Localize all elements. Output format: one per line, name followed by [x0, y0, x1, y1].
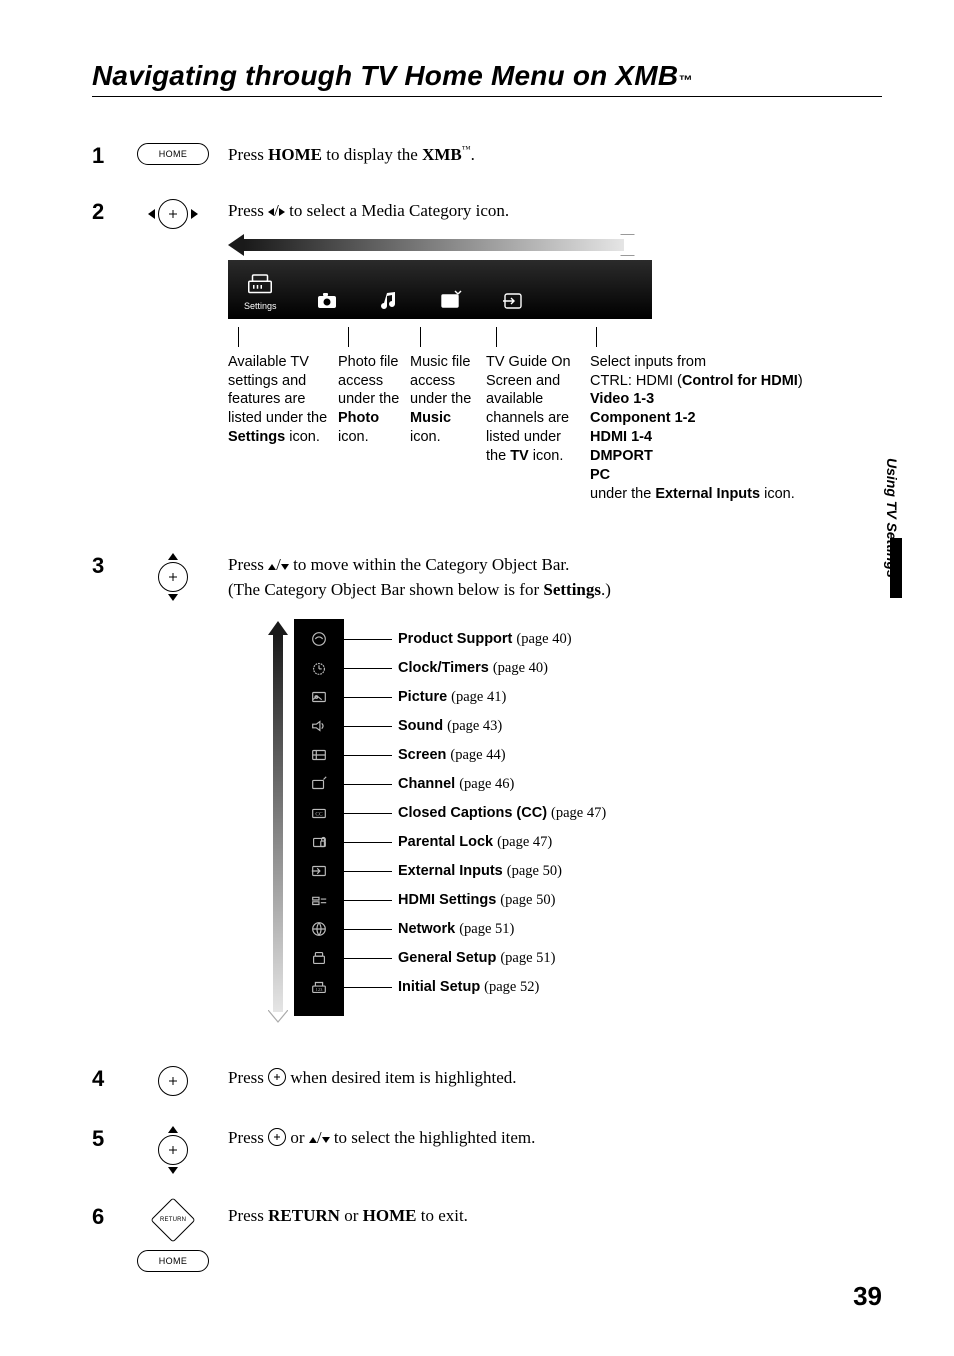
- list-item: Sound(page 43): [344, 716, 606, 737]
- dpad-center-inline-icon: [268, 1068, 286, 1086]
- external-inputs-desc: Select inputs from CTRL: HDMI (Control f…: [590, 327, 820, 504]
- arrow-up-icon: [309, 1137, 317, 1143]
- step-6: 6 RETURN HOME Press RETURN or HOME to ex…: [92, 1204, 882, 1272]
- step-text: Press / to move within the Category Obje…: [228, 553, 882, 1015]
- step-1: 1 HOME Press HOME to display the XMB™.: [92, 143, 882, 169]
- list-item: Parental Lock(page 47): [344, 832, 606, 853]
- list-item: Screen(page 44): [344, 745, 606, 766]
- step-number: 2: [92, 199, 118, 503]
- list-item: Picture(page 41): [344, 687, 606, 708]
- external-inputs-category-icon: [501, 289, 525, 313]
- list-item: Clock/Timers(page 40): [344, 658, 606, 679]
- category-object-bar: CC 123: [294, 619, 344, 1016]
- xmb-category-bar: Settings: [228, 260, 652, 319]
- home-button-icon: HOME: [137, 143, 209, 165]
- list-item: HDMI Settings(page 50): [344, 890, 606, 911]
- settings-desc: Available TV settings and features are l…: [228, 327, 332, 504]
- music-desc: Music file access under the Music icon.: [410, 327, 480, 504]
- step-text: Press / to select a Media Category icon.…: [228, 199, 882, 503]
- list-item: Network(page 51): [344, 919, 606, 940]
- step-text: Press or / to select the highlighted ite…: [228, 1126, 882, 1174]
- arrow-left-icon: [268, 208, 274, 216]
- category-object-bar-figure: CC 123 Product Support(page 40) Clock/Ti…: [268, 619, 882, 1016]
- vertical-arrow-icon: [268, 619, 294, 1016]
- photo-desc: Photo file access under the Photo icon.: [338, 327, 404, 504]
- step-text: Press RETURN or HOME to exit.: [228, 1204, 882, 1272]
- step-number: 6: [92, 1204, 118, 1272]
- home-button-icon: HOME: [137, 1250, 209, 1272]
- horizontal-arrow-icon: [228, 234, 652, 256]
- tv-category-icon: [439, 289, 463, 313]
- settings-category-icon: Settings: [244, 270, 277, 313]
- svg-text:CC: CC: [315, 812, 323, 818]
- title-rule: [92, 96, 882, 97]
- photo-category-icon: [315, 289, 339, 313]
- svg-text:123: 123: [316, 987, 324, 992]
- step-text: Press when desired item is highlighted.: [228, 1066, 882, 1096]
- media-category-figure: Settings: [228, 234, 882, 504]
- dpad-left-right-icon: [148, 199, 198, 229]
- step-number: 1: [92, 143, 118, 169]
- list-item: Initial Setup(page 52): [344, 977, 606, 998]
- page-title: Navigating through TV Home Menu on XMB™: [92, 60, 882, 92]
- category-descriptions: Available TV settings and features are l…: [228, 327, 882, 504]
- dpad-up-down-icon: [158, 1126, 188, 1174]
- dpad-center-inline-icon: [268, 1128, 286, 1146]
- arrow-up-icon: [268, 564, 276, 570]
- step-4: 4 Press when desired item is highlighted…: [92, 1066, 882, 1096]
- step-5: 5 Press or / to select the highlighted i…: [92, 1126, 882, 1174]
- dpad-center-icon: [158, 1066, 188, 1096]
- step-number: 4: [92, 1066, 118, 1096]
- settings-legend: Product Support(page 40) Clock/Timers(pa…: [344, 619, 606, 1016]
- dpad-up-down-icon: [158, 553, 188, 601]
- step-number: 5: [92, 1126, 118, 1174]
- music-category-icon: [377, 289, 401, 313]
- list-item: Product Support(page 40): [344, 629, 606, 650]
- tv-desc: TV Guide On Screen and available channel…: [486, 327, 584, 504]
- step-3: 3 Press / to move within the Category Ob…: [92, 553, 882, 1015]
- return-button-icon: RETURN: [150, 1197, 195, 1242]
- step-number: 3: [92, 553, 118, 1015]
- step-2: 2 Press / to select a Media Category ico…: [92, 199, 882, 503]
- step-text: Press HOME to display the XMB™.: [228, 143, 882, 169]
- list-item: General Setup(page 51): [344, 948, 606, 969]
- list-item: Closed Captions (CC)(page 47): [344, 803, 606, 824]
- arrow-down-icon: [281, 564, 289, 570]
- page-number: 39: [853, 1281, 882, 1312]
- section-tab: Using TV Settings: [876, 538, 890, 716]
- list-item: External Inputs(page 50): [344, 861, 606, 882]
- arrow-down-icon: [322, 1137, 330, 1143]
- list-item: Channel(page 46): [344, 774, 606, 795]
